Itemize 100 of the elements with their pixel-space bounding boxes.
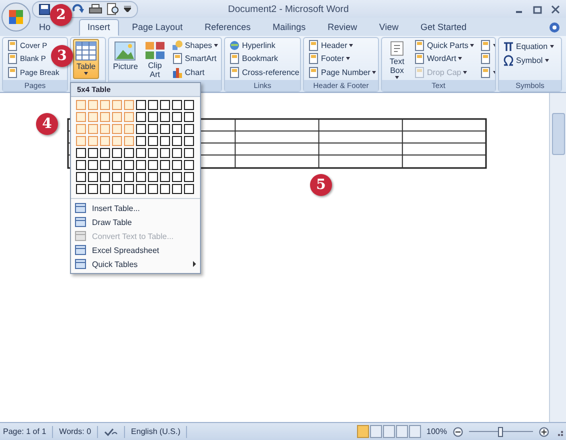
grid-cell[interactable]	[76, 100, 86, 110]
grid-cell[interactable]	[88, 148, 98, 158]
grid-cell[interactable]	[112, 148, 122, 158]
help-icon[interactable]	[549, 22, 560, 33]
ribbon-button[interactable]: Header	[306, 39, 356, 52]
grid-cell[interactable]	[124, 124, 134, 134]
ribbon-button[interactable]: Footer	[306, 52, 352, 66]
ribbon-tab[interactable]: Page Layout	[123, 19, 192, 36]
grid-cell[interactable]	[160, 172, 170, 182]
ribbon-button[interactable]: Bookmark	[227, 52, 280, 66]
grid-cell[interactable]	[100, 160, 110, 170]
ribbon-tab[interactable]: Review	[318, 19, 366, 36]
grid-cell[interactable]	[124, 184, 134, 194]
language[interactable]: English (U.S.)	[131, 427, 180, 436]
grid-cell[interactable]	[148, 136, 158, 146]
menu-item[interactable]: Excel Spreadsheet	[71, 243, 200, 257]
grid-cell[interactable]	[172, 124, 182, 134]
grid-cell[interactable]	[112, 184, 122, 194]
save-icon[interactable]	[39, 4, 50, 14]
grid-cell[interactable]	[184, 184, 194, 194]
grid-cell[interactable]	[160, 136, 170, 146]
grid-cell[interactable]	[100, 172, 110, 182]
grid-cell[interactable]	[184, 112, 194, 122]
grid-cell[interactable]	[76, 148, 86, 158]
grid-cell[interactable]	[100, 112, 110, 122]
grid-cell[interactable]	[100, 148, 110, 158]
ribbon-button[interactable]: Hyperlink	[227, 39, 278, 52]
grid-cell[interactable]	[184, 148, 194, 158]
close-icon[interactable]	[551, 4, 560, 14]
grid-cell[interactable]	[136, 172, 146, 182]
grid-cell[interactable]	[148, 184, 158, 194]
grid-cell[interactable]	[76, 124, 86, 134]
grid-cell[interactable]	[160, 184, 170, 194]
grid-cell[interactable]	[76, 184, 86, 194]
preview-icon[interactable]	[107, 3, 119, 15]
slider-thumb[interactable]	[498, 426, 503, 436]
grid-cell[interactable]	[76, 172, 86, 182]
grid-cell[interactable]	[184, 100, 194, 110]
grid-cell[interactable]	[136, 160, 146, 170]
grid-cell[interactable]	[124, 148, 134, 158]
grid-cell[interactable]	[124, 160, 134, 170]
grid-cell[interactable]	[76, 160, 86, 170]
grid-cell[interactable]	[148, 100, 158, 110]
grid-cell[interactable]	[88, 160, 98, 170]
grid-cell[interactable]	[172, 112, 182, 122]
grid-cell[interactable]	[160, 112, 170, 122]
grid-cell[interactable]	[172, 184, 182, 194]
grid-cell[interactable]	[112, 124, 122, 134]
ribbon-button[interactable]: Page Number	[306, 66, 378, 79]
ribbon-tab[interactable]: Get Started	[412, 19, 476, 36]
menu-item[interactable]: Insert Table...	[71, 201, 200, 215]
grid-cell[interactable]	[112, 160, 122, 170]
zoom-in-icon[interactable]	[539, 426, 549, 436]
grid-cell[interactable]	[88, 172, 98, 182]
grid-cell[interactable]	[160, 100, 170, 110]
grid-cell[interactable]	[100, 100, 110, 110]
grid-cell[interactable]	[88, 100, 98, 110]
grid-cell[interactable]	[172, 148, 182, 158]
grid-cell[interactable]	[136, 100, 146, 110]
grid-cell[interactable]	[88, 112, 98, 122]
ribbon-tab[interactable]: References	[196, 19, 260, 36]
grid-cell[interactable]	[184, 124, 194, 134]
grid-cell[interactable]	[184, 136, 194, 146]
ribbon-tab[interactable]: Ho	[36, 19, 53, 36]
grid-cell[interactable]	[160, 160, 170, 170]
ribbon-button[interactable]: Clip Art	[142, 39, 168, 80]
ribbon-button[interactable]: WordArt	[412, 52, 464, 66]
grid-cell[interactable]	[136, 136, 146, 146]
grid-cell[interactable]	[148, 112, 158, 122]
grid-cell[interactable]	[172, 136, 182, 146]
grid-cell[interactable]	[148, 172, 158, 182]
grid-cell[interactable]	[76, 136, 86, 146]
grid-cell[interactable]	[124, 172, 134, 182]
grid-cell[interactable]	[100, 124, 110, 134]
zoom-level[interactable]: 100%	[426, 427, 447, 436]
menu-item[interactable]: Draw Table	[71, 215, 200, 229]
ribbon-button[interactable]: Shapes	[170, 39, 220, 52]
scrollbar-thumb[interactable]	[552, 113, 564, 155]
ribbon-tab[interactable]: Insert	[78, 19, 120, 36]
grid-cell[interactable]	[76, 112, 86, 122]
menu-item[interactable]: Quick Tables	[71, 257, 200, 271]
grid-cell[interactable]	[172, 160, 182, 170]
grid-cell[interactable]	[112, 100, 122, 110]
grid-cell[interactable]	[88, 124, 98, 134]
grid-cell[interactable]	[160, 124, 170, 134]
grid-cell[interactable]	[88, 184, 98, 194]
grid-cell[interactable]	[136, 184, 146, 194]
grid-cell[interactable]	[148, 148, 158, 158]
maximize-icon[interactable]	[533, 4, 542, 14]
ribbon-button[interactable]: Symbol	[501, 53, 551, 67]
ribbon-button[interactable]: Cross-reference	[227, 66, 300, 79]
grid-cell[interactable]	[124, 136, 134, 146]
ribbon-button[interactable]: Picture	[111, 39, 140, 79]
grid-cell[interactable]	[184, 172, 194, 182]
grid-cell[interactable]	[160, 148, 170, 158]
redo-icon[interactable]	[72, 4, 84, 14]
grid-cell[interactable]	[172, 172, 182, 182]
zoom-out-icon[interactable]	[453, 426, 463, 436]
grid-cell[interactable]	[148, 160, 158, 170]
grid-cell[interactable]	[112, 136, 122, 146]
